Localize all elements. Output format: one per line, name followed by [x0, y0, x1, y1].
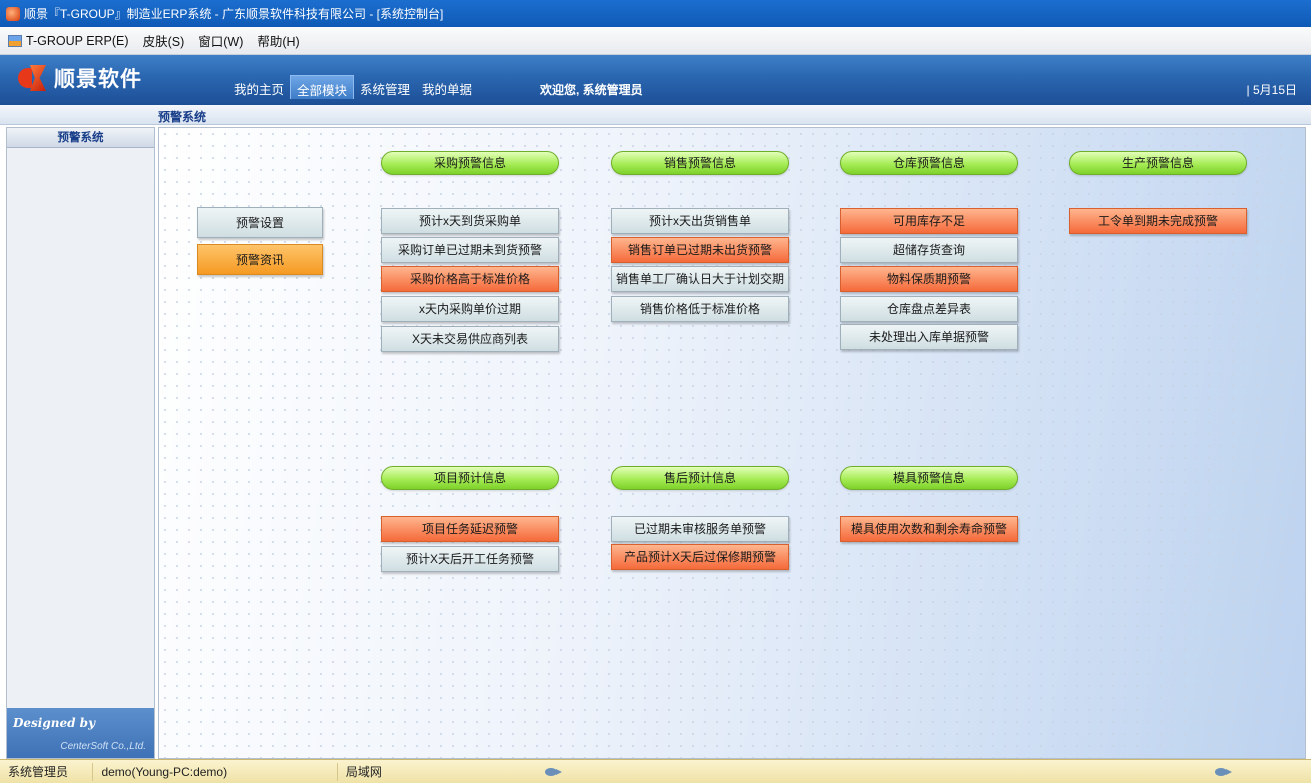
logo-text: 顺景软件: [54, 68, 142, 91]
warranty-expiry-button[interactable]: 产品预计X天后过保修期预警: [611, 544, 789, 570]
logo: 顺景软件: [18, 63, 142, 93]
warehouse-alert-header: 仓库预警信息: [840, 151, 1018, 175]
purchase-alert-header: 采购预警信息: [381, 151, 559, 175]
sales-price-low-button[interactable]: 销售价格低于标准价格: [611, 296, 789, 322]
purchase-price-expired-button[interactable]: x天内采购单价过期: [381, 296, 559, 322]
alert-settings-button[interactable]: 预警设置: [197, 207, 323, 238]
designed-by-label: Designed by: [13, 716, 96, 730]
inactive-supplier-list-button[interactable]: X天未交易供应商列表: [381, 326, 559, 352]
app-header: 顺景软件 我的主页 全部模块 系统管理 我的单据 欢迎您, 系统管理员 | 5月…: [0, 55, 1311, 105]
sidebar-item-alert-system[interactable]: 预警系统: [7, 128, 154, 148]
status-network: 局域网: [345, 764, 382, 779]
logo-mark-icon: [18, 65, 48, 91]
tab-all-modules[interactable]: 全部模块: [290, 75, 355, 99]
section-bar: 预警系统: [0, 105, 1311, 125]
production-alert-header: 生产预警信息: [1069, 151, 1247, 175]
main-nav: 我的主页 全部模块 系统管理 我的单据: [228, 75, 478, 99]
menu-item-skin[interactable]: 皮肤(S): [143, 31, 185, 50]
stock-shortage-button[interactable]: 可用库存不足: [840, 208, 1018, 234]
mold-alert-header: 模具预警信息: [840, 466, 1018, 490]
status-account: demo(Young-PC:demo): [93, 762, 338, 781]
task-start-x-days-button[interactable]: 预计X天后开工任务预警: [381, 546, 559, 572]
app-icon: [6, 6, 20, 21]
fish-decoration-icon: [1215, 768, 1233, 776]
status-bar: 系统管理员 demo(Young-PC:demo) 局域网: [0, 759, 1311, 783]
menu-bar: T-GROUP ERP(E) 皮肤(S) 窗口(W) 帮助(H): [0, 27, 1311, 55]
menu-item-erp[interactable]: T-GROUP ERP(E): [26, 34, 129, 48]
status-user: 系统管理员: [0, 762, 94, 781]
menu-item-window[interactable]: 窗口(W): [198, 31, 243, 50]
erp-menu-icon: [8, 34, 22, 47]
sales-factory-date-button[interactable]: 销售单工厂确认日大于计划交期: [611, 266, 789, 292]
company-label: CenterSoft Co.,Ltd.: [60, 741, 146, 752]
sales-shipping-x-days-button[interactable]: 预计x天出货销售单: [611, 208, 789, 234]
shelf-life-alert-button[interactable]: 物料保质期预警: [840, 266, 1018, 292]
window-title: 顺景『T-GROUP』制造业ERP系统 - 广东顺景软件科技有限公司 - [系统…: [24, 7, 444, 21]
mold-life-alert-button[interactable]: 模具使用次数和剩余寿命预警: [840, 516, 1018, 542]
aftersales-alert-header: 售后预计信息: [611, 466, 789, 490]
welcome-text: 欢迎您, 系统管理员: [540, 83, 643, 97]
tab-my-documents[interactable]: 我的单据: [416, 75, 478, 99]
project-task-delay-button[interactable]: 项目任务延迟预警: [381, 516, 559, 542]
sales-overdue-button[interactable]: 销售订单已过期未出货预警: [611, 237, 789, 263]
sidebar: 预警系统 Designed by CenterSoft Co.,Ltd.: [6, 127, 155, 759]
inventory-diff-button[interactable]: 仓库盘点差异表: [840, 296, 1018, 322]
section-title: 预警系统: [158, 110, 207, 124]
tab-home[interactable]: 我的主页: [228, 75, 290, 99]
purchase-price-high-button[interactable]: 采购价格高于标准价格: [381, 266, 559, 292]
sales-alert-header: 销售预警信息: [611, 151, 789, 175]
work-order-overdue-button[interactable]: 工令单到期未完成预警: [1069, 208, 1247, 234]
overdue-service-order-button[interactable]: 已过期未审核服务单预警: [611, 516, 789, 542]
overstock-query-button[interactable]: 超储存货查询: [840, 237, 1018, 263]
project-alert-header: 项目预计信息: [381, 466, 559, 490]
menu-item-help[interactable]: 帮助(H): [257, 31, 299, 50]
alert-dashboard: 预警设置 预警资讯 采购预警信息 预计x天到货采购单 采购订单已过期未到货预警 …: [158, 127, 1306, 759]
sidebar-footer: Designed by CenterSoft Co.,Ltd.: [7, 708, 154, 758]
alert-news-button[interactable]: 预警资讯: [197, 244, 323, 275]
date-display: | 5月15日: [1246, 83, 1297, 97]
fish-icon: [545, 768, 563, 776]
purchase-arrival-x-days-button[interactable]: 预计x天到货采购单: [381, 208, 559, 234]
title-bar: 顺景『T-GROUP』制造业ERP系统 - 广东顺景软件科技有限公司 - [系统…: [0, 0, 1311, 27]
pending-io-docs-button[interactable]: 未处理出入库单据预警: [840, 324, 1018, 350]
purchase-overdue-button[interactable]: 采购订单已过期未到货预警: [381, 237, 559, 263]
tab-system-management[interactable]: 系统管理: [354, 75, 416, 99]
